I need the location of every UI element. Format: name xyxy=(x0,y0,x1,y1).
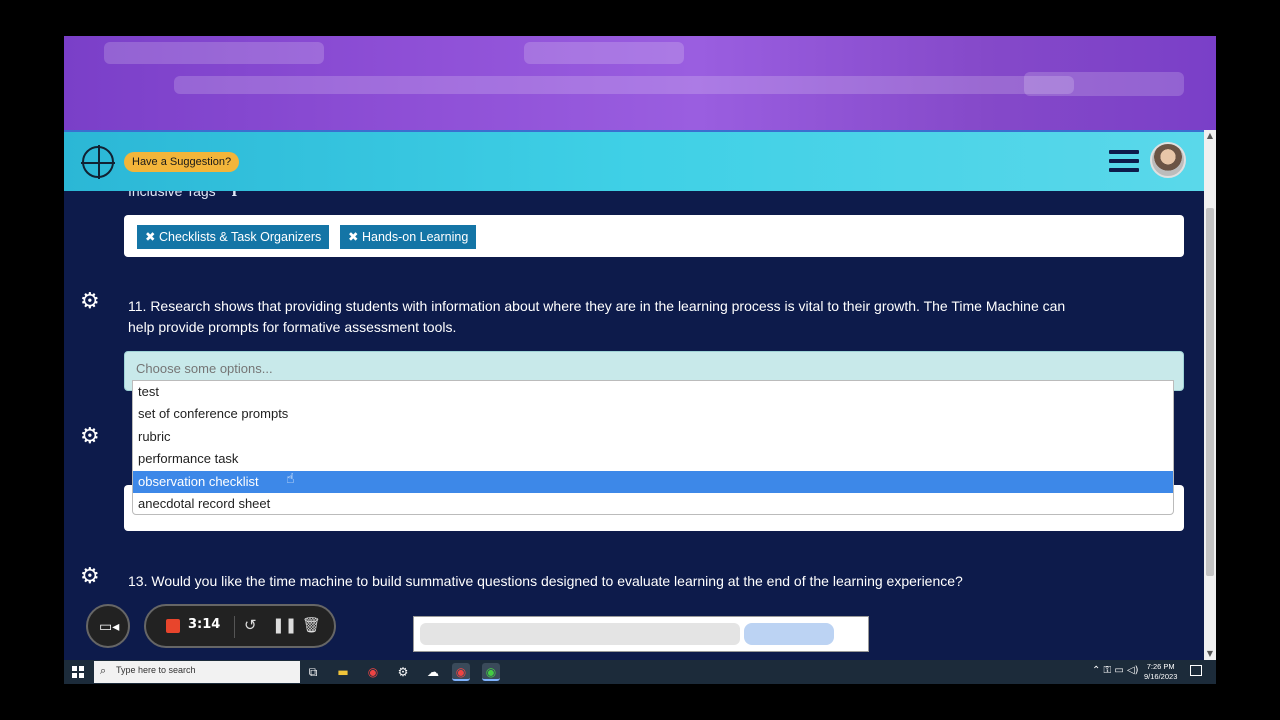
blurred-notification-bar xyxy=(413,616,869,652)
option-item[interactable]: performance task xyxy=(133,448,1173,470)
taskbar-search-placeholder: Type here to search xyxy=(116,665,196,675)
system-tray-icons[interactable]: ⌃ ⚿ ▭ ◁) xyxy=(1092,665,1139,676)
avatar[interactable] xyxy=(1150,142,1186,178)
screen: Have a Suggestion? ▲ ▼ Inclusive Tags ℹ … xyxy=(64,36,1216,684)
recording-time: 3:14 xyxy=(188,617,221,632)
file-explorer-icon[interactable]: ▬ xyxy=(334,663,352,681)
gears-icon[interactable]: ⚙ xyxy=(80,289,108,315)
clock-time: 7:26 PM xyxy=(1146,662,1175,671)
windows-taskbar: ⌕ Type here to search ⧉ ▬ ◉ ⚙ ☁ ◉ ◉ ⌃ ⚿ … xyxy=(64,660,1216,684)
chrome-icon[interactable]: ◉ xyxy=(452,663,470,681)
option-item[interactable]: test xyxy=(133,381,1173,403)
question-11-line1: 11. Research shows that providing studen… xyxy=(128,298,1066,314)
scroll-down-icon[interactable]: ▼ xyxy=(1204,648,1216,660)
restart-icon[interactable]: ↺ xyxy=(244,616,257,634)
tags-box[interactable]: ✖ Checklists & Task Organizers ✖ Hands-o… xyxy=(124,215,1184,257)
suggestion-button[interactable]: Have a Suggestion? xyxy=(124,152,240,172)
divider xyxy=(234,616,235,638)
options-dropdown: test set of conference prompts rubric pe… xyxy=(132,380,1174,515)
tag-label: Checklists & Task Organizers xyxy=(158,230,322,244)
search-icon: ⌕ xyxy=(100,664,107,677)
trash-icon[interactable]: 🗑 xyxy=(302,616,321,634)
compass-logo-icon[interactable] xyxy=(81,145,115,179)
tag-label: Hands-on Learning xyxy=(361,230,469,244)
recorder-controls: 3:14 ↺ ❚❚ 🗑 xyxy=(144,604,336,648)
windows-start-icon[interactable] xyxy=(72,666,84,678)
taskbar-search[interactable]: ⌕ Type here to search xyxy=(94,661,300,683)
multiselect-search-input[interactable] xyxy=(136,361,736,376)
pointer-cursor-icon: ☝ xyxy=(286,471,295,487)
option-item[interactable]: rubric xyxy=(133,426,1173,448)
pause-icon[interactable]: ❚❚ xyxy=(272,616,297,634)
question-11-line2: help provide prompts for formative asses… xyxy=(128,319,457,335)
app-icon[interactable]: ☁ xyxy=(424,663,442,681)
question-13: 13. Would you like the time machine to b… xyxy=(128,573,963,589)
tags-label: Inclusive Tags ℹ xyxy=(128,191,237,200)
gears-icon[interactable]: ⚙ xyxy=(80,424,108,450)
app-header: Have a Suggestion? xyxy=(64,130,1204,191)
chrome-icon[interactable]: ◉ xyxy=(364,663,382,681)
option-item[interactable]: anecdotal record sheet xyxy=(133,493,1173,515)
form-content: Inclusive Tags ℹ ✖ Checklists & Task Org… xyxy=(64,191,1204,660)
tag-hands-on[interactable]: ✖ Hands-on Learning xyxy=(340,225,477,249)
task-view-icon[interactable]: ⧉ xyxy=(304,663,322,681)
scrollbar[interactable]: ▲ ▼ xyxy=(1204,130,1216,660)
video-camera-icon: ▭◂ xyxy=(99,619,120,635)
tag-checklists[interactable]: ✖ Checklists & Task Organizers xyxy=(137,225,330,249)
camera-toggle-button[interactable]: ▭◂ xyxy=(86,604,130,648)
gears-icon[interactable]: ⚙ xyxy=(80,564,108,590)
notification-icon[interactable] xyxy=(1190,665,1202,676)
remove-tag-icon[interactable]: ✖ xyxy=(145,230,155,244)
question-11: 11. Research shows that providing studen… xyxy=(128,296,1065,338)
settings-gear-icon[interactable]: ⚙ xyxy=(394,663,412,681)
chrome-icon[interactable]: ◉ xyxy=(482,663,500,681)
remove-tag-icon[interactable]: ✖ xyxy=(348,230,358,244)
scroll-up-icon[interactable]: ▲ xyxy=(1204,130,1216,142)
hamburger-menu-icon[interactable] xyxy=(1109,150,1139,174)
stop-recording-button[interactable] xyxy=(166,619,180,633)
clock-date: 9/16/2023 xyxy=(1144,672,1178,681)
browser-chrome-blurred xyxy=(64,36,1216,130)
scroll-thumb[interactable] xyxy=(1206,208,1214,576)
taskbar-clock[interactable]: 7:26 PM 9/16/2023 xyxy=(1144,662,1177,682)
option-item[interactable]: set of conference prompts xyxy=(133,403,1173,425)
info-icon[interactable]: ℹ xyxy=(232,191,237,199)
tags-label-text: Inclusive Tags xyxy=(128,191,216,199)
